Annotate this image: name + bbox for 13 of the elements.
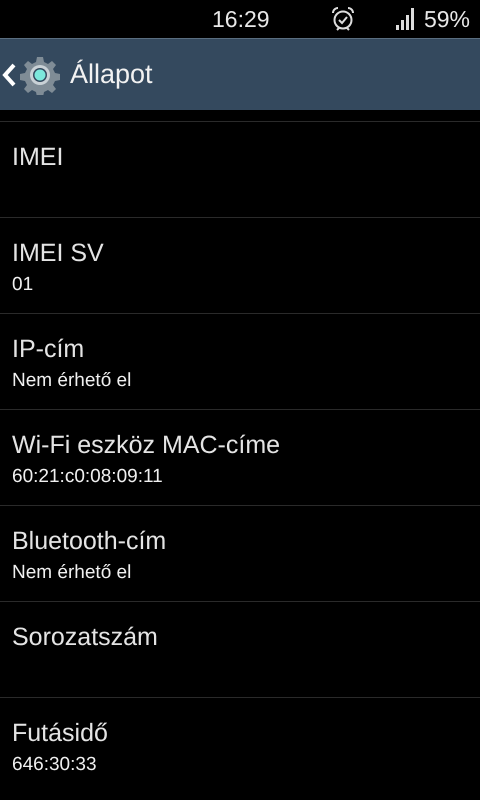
screen-title: Állapot xyxy=(70,59,153,90)
list-item[interactable]: Sorozatszám xyxy=(0,601,480,697)
battery-percentage: 59% xyxy=(424,6,470,32)
list-item[interactable]: IP-cím Nem érhető el xyxy=(0,313,480,409)
alarm-clock-icon xyxy=(330,6,356,32)
list-item[interactable]: Futásidő 646:30:33 xyxy=(0,697,480,793)
list-item[interactable]: Wi-Fi eszköz MAC-címe 60:21:c0:08:09:11 xyxy=(0,409,480,505)
list-item[interactable]: IMEI SV 01 xyxy=(0,217,480,313)
clock-time: 16:29 xyxy=(212,6,270,33)
back-icon[interactable] xyxy=(2,62,16,86)
list-item[interactable]: IMEI xyxy=(0,121,480,217)
list-item[interactable]: Bluetooth-cím Nem érhető el xyxy=(0,505,480,601)
settings-icon xyxy=(20,54,60,94)
